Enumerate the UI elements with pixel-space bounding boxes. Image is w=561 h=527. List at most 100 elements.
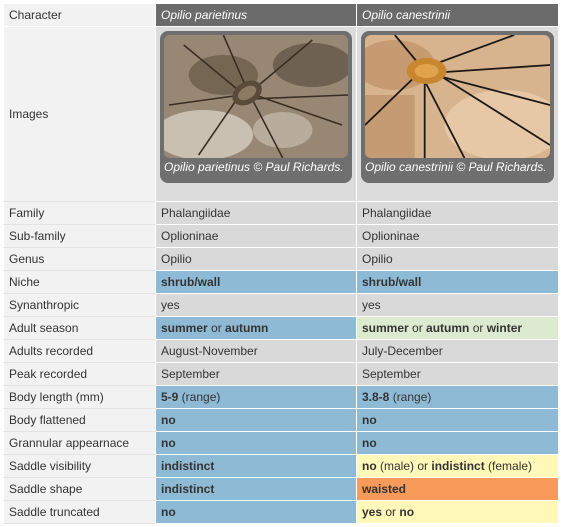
table-row: Grannular appearnace no no — [3, 431, 559, 455]
truncated-value: no — [399, 505, 415, 519]
cell-genus-2: Opilio — [356, 247, 559, 271]
image-caption-1: Opilio parietinus © Paul Richards. — [164, 160, 344, 174]
table-row: Body flattened no no — [3, 408, 559, 432]
cell-body-flattened-2: no — [356, 408, 559, 432]
cell-adults-recorded-1: August-November — [155, 339, 357, 363]
row-label-body-flattened: Body flattened — [3, 408, 156, 432]
cell-saddle-truncated-2: yes or no — [356, 500, 559, 524]
cell-body-length-2: 3.8-8 (range) — [356, 385, 559, 409]
header-row: Character Opilio parietinus Opilio canes… — [3, 3, 559, 27]
row-label-saddle-shape: Saddle shape — [3, 477, 156, 501]
shape-value: waisted — [362, 482, 407, 496]
table-row: Family Phalangiidae Phalangiidae — [3, 201, 559, 225]
connector-text: (male) or — [376, 459, 432, 473]
row-label-niche: Niche — [3, 270, 156, 294]
cell-body-flattened-1: no — [155, 408, 357, 432]
header-species-1[interactable]: Opilio parietinus — [155, 3, 357, 27]
table-row: Adults recorded August-November July-Dec… — [3, 339, 559, 363]
header-character: Character — [3, 3, 156, 27]
cell-niche-1: shrub/wall — [155, 270, 357, 294]
row-label-family: Family — [3, 201, 156, 225]
cell-adult-season-1: summer or autumn — [155, 316, 357, 340]
harvestman-photo-2[interactable] — [365, 35, 550, 158]
table-row: Saddle visibility indistinct no (male) o… — [3, 454, 559, 478]
image-cell-2: Opilio canestrinii © Paul Richards. — [356, 26, 559, 202]
harvestman-photo-1[interactable] — [164, 35, 348, 158]
row-label-body-length: Body length (mm) — [3, 385, 156, 409]
connector-text: or — [207, 321, 226, 335]
cell-saddle-shape-1: indistinct — [155, 477, 357, 501]
image-card-2[interactable]: Opilio canestrinii © Paul Richards. — [361, 31, 554, 183]
row-label-peak-recorded: Peak recorded — [3, 362, 156, 386]
granular-value: no — [362, 436, 377, 450]
image-cell-1: Opilio parietinus © Paul Richards. — [155, 26, 357, 202]
cell-niche-2: shrub/wall — [356, 270, 559, 294]
table-row: Sub-family Oplioninae Oplioninae — [3, 224, 559, 248]
row-label-granular: Grannular appearnace — [3, 431, 156, 455]
cell-saddle-shape-2: waisted — [356, 477, 559, 501]
shape-value: indistinct — [161, 482, 215, 496]
cell-granular-1: no — [155, 431, 357, 455]
season-term: winter — [486, 321, 523, 335]
range-note: (range) — [178, 390, 221, 404]
cell-adults-recorded-2: July-December — [356, 339, 559, 363]
table-row: Niche shrub/wall shrub/wall — [3, 270, 559, 294]
row-label-saddle-truncated: Saddle truncated — [3, 500, 156, 524]
length-value: 5-9 — [161, 390, 179, 404]
cell-genus-1: Opilio — [155, 247, 357, 271]
row-label-adults-recorded: Adults recorded — [3, 339, 156, 363]
table-row: Body length (mm) 5-9 (range) 3.8-8 (rang… — [3, 385, 559, 409]
cell-saddle-visibility-2: no (male) or indistinct (female) — [356, 454, 559, 478]
table-row: Saddle shape indistinct waisted — [3, 477, 559, 501]
table-row: Adult season summer or autumn summer or … — [3, 316, 559, 340]
table-row: Synanthropic yes yes — [3, 293, 559, 317]
cell-subfamily-1: Oplioninae — [155, 224, 357, 248]
niche-value-1: shrub/wall — [161, 275, 221, 289]
table-row: Saddle truncated no yes or no — [3, 500, 559, 524]
visibility-value: indistinct — [161, 459, 215, 473]
row-label-synanthropic: Synanthropic — [3, 293, 156, 317]
cell-saddle-visibility-1: indistinct — [155, 454, 357, 478]
header-species-2[interactable]: Opilio canestrinii — [356, 3, 559, 27]
image-card-1[interactable]: Opilio parietinus © Paul Richards. — [160, 31, 352, 183]
range-note: (range) — [389, 390, 432, 404]
image-caption-2: Opilio canestrinii © Paul Richards. — [365, 160, 547, 174]
season-term: summer — [362, 321, 409, 335]
niche-value-2: shrub/wall — [362, 275, 422, 289]
cell-peak-recorded-1: September — [155, 362, 357, 386]
images-label: Images — [3, 26, 156, 202]
cell-peak-recorded-2: September — [356, 362, 559, 386]
cell-granular-2: no — [356, 431, 559, 455]
connector-text: or — [469, 321, 487, 335]
visibility-value: no — [362, 459, 377, 473]
flattened-value: no — [161, 413, 176, 427]
flattened-value: no — [362, 413, 377, 427]
cell-subfamily-2: Oplioninae — [356, 224, 559, 248]
row-label-genus: Genus — [3, 247, 156, 271]
cell-family-2: Phalangiidae — [356, 201, 559, 225]
table-row: Genus Opilio Opilio — [3, 247, 559, 271]
cell-family-1: Phalangiidae — [155, 201, 357, 225]
row-label-subfamily: Sub-family — [3, 224, 156, 248]
row-label-adult-season: Adult season — [3, 316, 156, 340]
connector-text: or — [408, 321, 427, 335]
season-term: summer — [161, 321, 208, 335]
truncated-value: no — [161, 505, 176, 519]
table-row: Peak recorded September September — [3, 362, 559, 386]
season-term: autumn — [426, 321, 470, 335]
granular-value: no — [161, 436, 176, 450]
truncated-value: yes — [362, 505, 383, 519]
visibility-value: indistinct — [431, 459, 485, 473]
cell-synanthropic-2: yes — [356, 293, 559, 317]
cell-body-length-1: 5-9 (range) — [155, 385, 357, 409]
cell-adult-season-2: summer or autumn or winter — [356, 316, 559, 340]
row-label-saddle-visibility: Saddle visibility — [3, 454, 156, 478]
length-value: 3.8-8 — [362, 390, 390, 404]
connector-text: (female) — [484, 459, 533, 473]
comparison-table: Character Opilio parietinus Opilio canes… — [3, 3, 559, 524]
connector-text: or — [382, 505, 400, 519]
images-row: Images Opilio parietinus © Paul Richards… — [3, 26, 559, 202]
season-term: autumn — [225, 321, 269, 335]
cell-saddle-truncated-1: no — [155, 500, 357, 524]
cell-synanthropic-1: yes — [155, 293, 357, 317]
